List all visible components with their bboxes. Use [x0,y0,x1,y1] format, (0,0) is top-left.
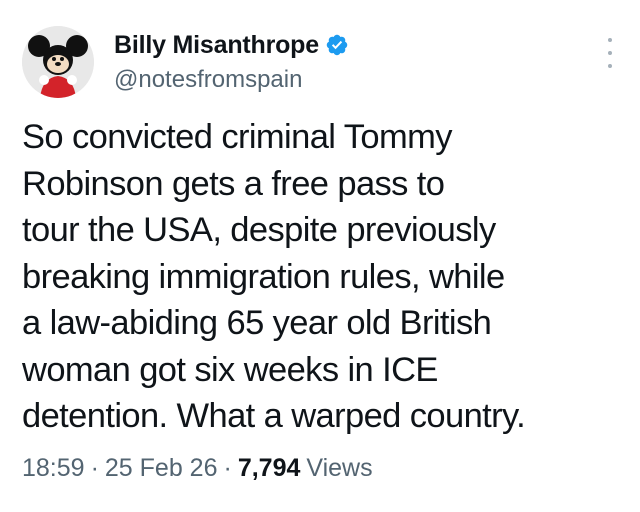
tweet-meta: 18:59 · 25 Feb 26 · 7,794 Views [22,452,373,484]
tweet-time[interactable]: 18:59 [22,452,85,484]
more-dot [608,64,612,68]
display-name[interactable]: Billy Misanthrope [114,29,319,61]
tweet-text: So convicted criminal Tommy Robinson get… [22,118,526,435]
author-identity: Billy Misanthrope @notesfromspain [114,29,349,95]
views-label[interactable]: Views [306,452,372,484]
tweet-date[interactable]: 25 Feb 26 [105,452,218,484]
verified-badge-icon [326,34,348,56]
more-dot [608,51,612,55]
tweet-card: Billy Misanthrope @notesfromspain So con… [0,0,640,512]
more-dot [608,38,612,42]
meta-separator: · [223,454,232,482]
author-handle[interactable]: @notesfromspain [114,65,349,95]
views-count: 7,794 [237,454,301,482]
avatar[interactable] [22,26,94,98]
meta-separator: · [90,454,99,482]
more-options-icon[interactable] [602,38,618,68]
tweet-header: Billy Misanthrope @notesfromspain [22,26,349,98]
name-row: Billy Misanthrope [114,29,349,61]
